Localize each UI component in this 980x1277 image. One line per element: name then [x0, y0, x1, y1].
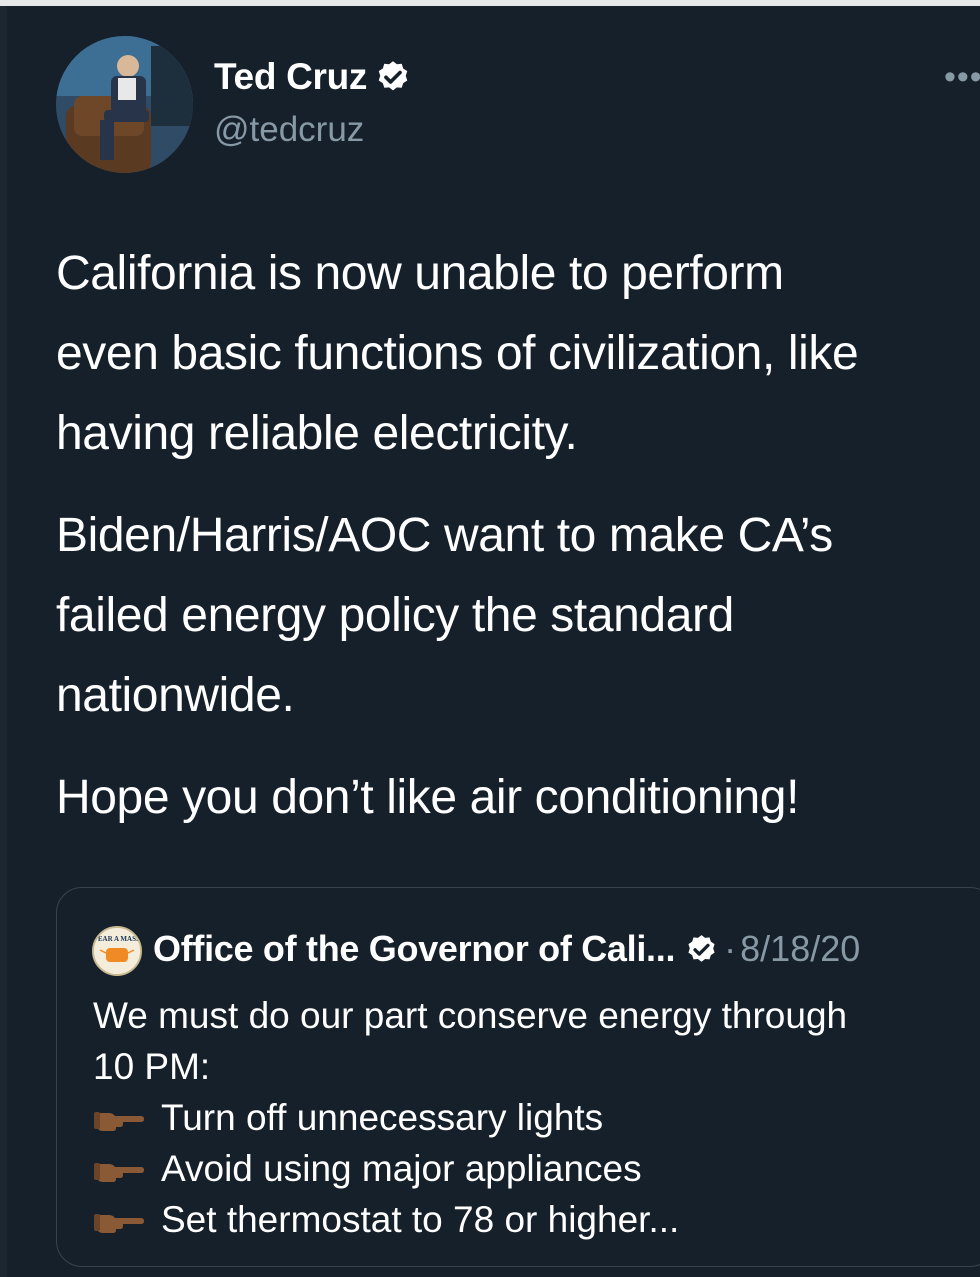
quoted-bullet-text: Turn off unnecessary lights — [161, 1097, 604, 1138]
tweet-text: California is now unable to perform even… — [56, 234, 980, 860]
logo-text: WEAR A MASK. — [94, 935, 140, 943]
quoted-avatar[interactable]: WEAR A MASK. — [92, 926, 142, 976]
quoted-intro-line: 10 PM: — [93, 1046, 211, 1087]
more-options-icon[interactable]: ••• — [944, 62, 980, 92]
avatar-photo — [56, 36, 193, 173]
tweet-line: having reliable electricity. — [56, 407, 578, 460]
avatar[interactable] — [56, 36, 193, 173]
tweet-line: failed energy policy the standard — [56, 589, 734, 642]
quoted-date[interactable]: 8/18/20 — [740, 928, 860, 970]
tweet-paragraph-1: California is now unable to perform even… — [56, 234, 980, 474]
tweet-line: Hope you don’t like air conditioning! — [56, 771, 800, 824]
tweet-line: nationwide. — [56, 669, 295, 722]
wear-a-mask-logo: WEAR A MASK. — [94, 928, 140, 974]
user-handle[interactable]: @tedcruz — [214, 110, 364, 150]
tweet-paragraph-3: Hope you don’t like air conditioning! — [56, 758, 980, 838]
quoted-header[interactable]: Office of the Governor of Cali... · 8/18… — [153, 928, 860, 970]
tweet-line: even basic functions of civilization, li… — [56, 327, 859, 380]
quoted-tweet-card[interactable]: WEAR A MASK. Office of the Governor of C… — [56, 887, 980, 1267]
quoted-bullet-item: Avoid using major appliances — [93, 1143, 847, 1194]
quoted-intro-line: We must do our part conserve energy thro… — [93, 995, 848, 1036]
tweet-line: California is now unable to perform — [56, 247, 784, 300]
quoted-text: We must do our part conserve energy thro… — [93, 990, 847, 1245]
top-browser-strip — [0, 0, 980, 6]
tweet-line: Biden/Harris/AOC want to make CA’s — [56, 509, 833, 562]
verified-badge-icon — [688, 934, 715, 962]
verified-badge-icon — [378, 61, 408, 91]
tweet-paragraph-2: Biden/Harris/AOC want to make CA’s faile… — [56, 496, 980, 736]
pointing-hand-icon — [94, 1213, 144, 1233]
quoted-display-name[interactable]: Office of the Governor of Cali... — [153, 928, 675, 970]
quoted-bullet-item: Turn off unnecessary lights — [93, 1092, 847, 1143]
separator-dot: · — [724, 928, 737, 969]
display-name[interactable]: Ted Cruz — [214, 56, 367, 98]
left-edge — [0, 6, 7, 1277]
pointing-hand-icon — [94, 1111, 144, 1131]
tweet-display-name-row[interactable]: Ted Cruz — [214, 56, 411, 98]
pointing-hand-icon — [94, 1162, 144, 1182]
quoted-bullet-text: Set thermostat to 78 or higher... — [161, 1199, 680, 1240]
quoted-bullet-item: Set thermostat to 78 or higher... — [93, 1194, 847, 1245]
quoted-bullet-text: Avoid using major appliances — [161, 1148, 642, 1189]
